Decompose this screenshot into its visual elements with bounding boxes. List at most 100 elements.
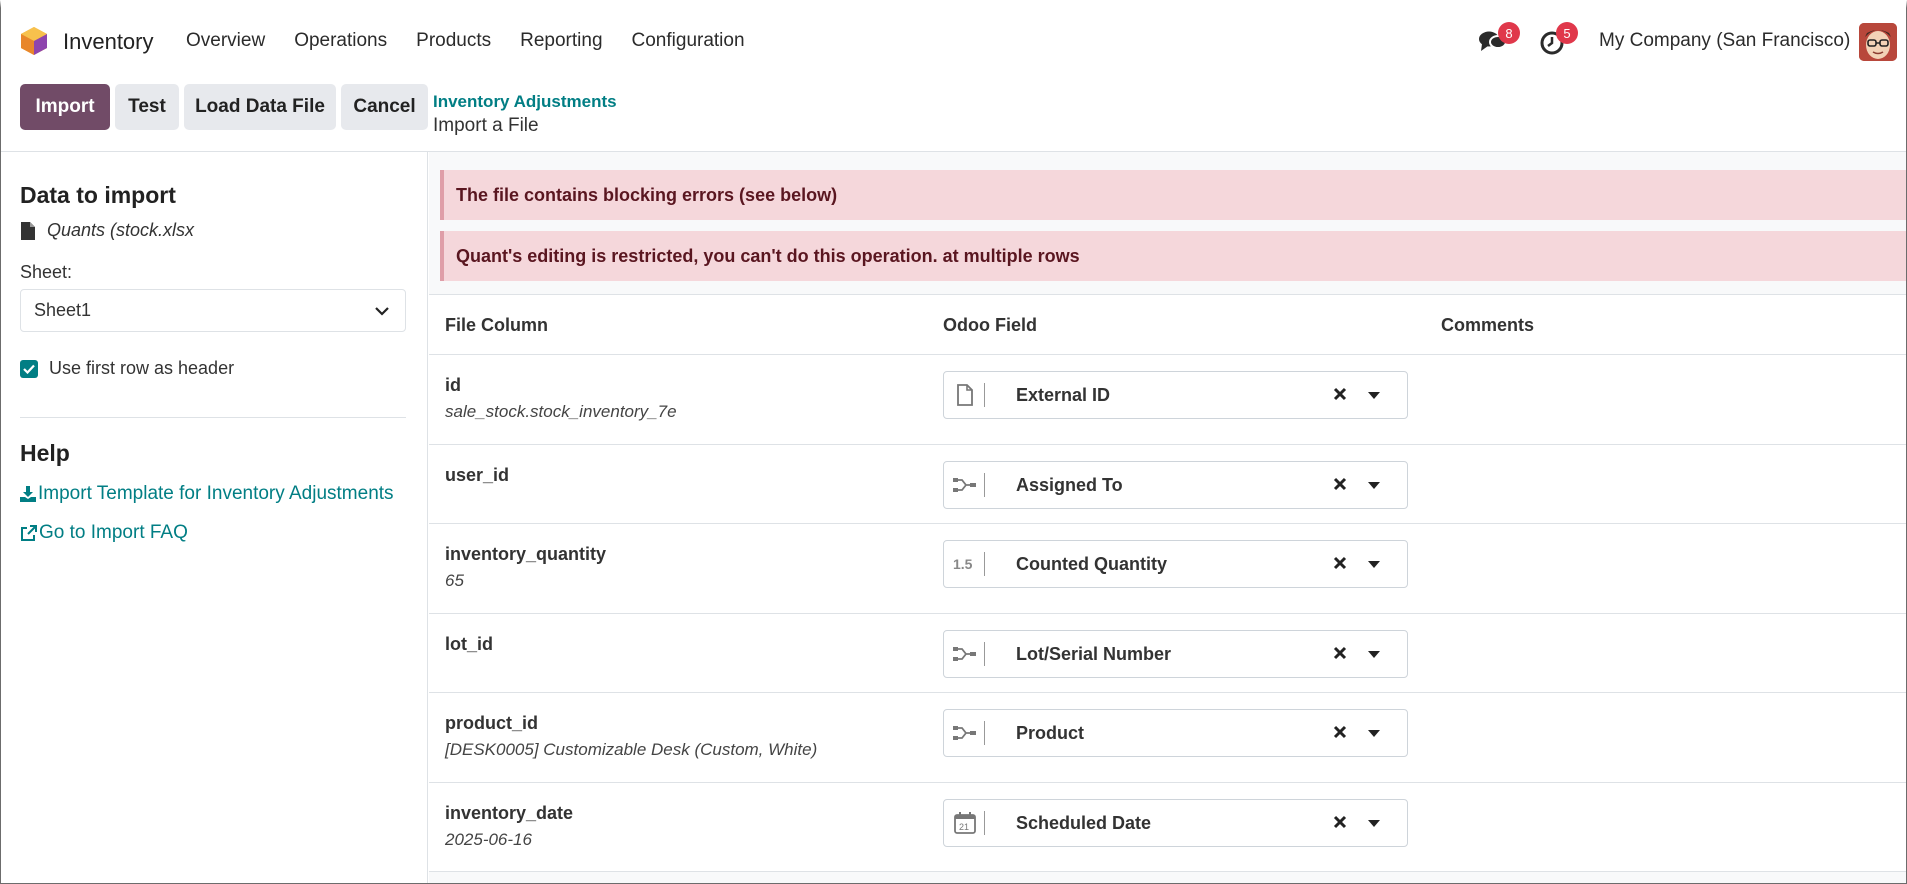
file-column-name: id [445, 375, 461, 395]
user-avatar[interactable] [1859, 23, 1897, 61]
field-icon-separator [984, 383, 985, 407]
odoo-field-select[interactable]: 21 Scheduled Date [943, 799, 1408, 847]
menu-operations[interactable]: Operations [294, 30, 387, 52]
test-button[interactable]: Test [115, 84, 179, 130]
table-row: user_id Assigned To [429, 445, 1906, 524]
restriction-error-alert: Quant's editing is restricted, you can't… [440, 231, 1906, 281]
menu-reporting[interactable]: Reporting [520, 30, 602, 52]
odoo-field-value: Assigned To [1016, 475, 1123, 495]
clear-icon[interactable] [1333, 725, 1347, 739]
activities-count-badge: 5 [1556, 22, 1578, 44]
import-template-label[interactable]: Import Template for Inventory Adjustment… [38, 483, 394, 505]
table-row: product_id [DESK0005] Customizable Desk … [429, 693, 1906, 783]
sheet-select[interactable]: Sheet1 [20, 289, 406, 332]
import-faq-label[interactable]: Go to Import FAQ [39, 522, 188, 544]
data-to-import-title: Data to import [20, 182, 176, 208]
download-icon [20, 486, 36, 502]
caret-down-icon[interactable] [1368, 730, 1380, 738]
table-row: inventory_date 2025-06-16 21 Scheduled D… [429, 783, 1906, 872]
caret-down-icon[interactable] [1368, 820, 1380, 828]
messages-count-badge: 8 [1498, 22, 1520, 44]
odoo-field-value: Counted Quantity [1016, 554, 1167, 574]
imported-file: Quants (stock.xlsx [21, 220, 194, 241]
calendar-icon: 21 [952, 810, 978, 836]
header-file-column: File Column [445, 315, 548, 335]
odoo-field-select[interactable]: Assigned To [943, 461, 1408, 509]
import-template-link[interactable]: Import Template for Inventory Adjustment… [20, 483, 394, 505]
clear-icon[interactable] [1333, 815, 1347, 829]
use-header-label[interactable]: Use first row as header [49, 358, 234, 379]
field-icon-separator [984, 811, 985, 835]
odoo-field-value: External ID [1016, 385, 1111, 405]
use-header-checkbox-row[interactable]: Use first row as header [20, 358, 234, 379]
table-row: lot_id Lot/Serial Number [429, 614, 1906, 693]
relation-icon [952, 641, 978, 667]
table-row: id sale_stock.stock_inventory_7e Externa… [429, 355, 1906, 445]
file-column-sample: 65 [445, 571, 464, 590]
field-icon-separator [984, 721, 985, 745]
clear-icon[interactable] [1333, 477, 1347, 491]
file-column-name: product_id [445, 713, 538, 733]
menu-products[interactable]: Products [416, 30, 491, 52]
import-button[interactable]: Import [20, 84, 110, 130]
field-icon-separator [984, 642, 985, 666]
file-column-name: user_id [445, 465, 510, 485]
clear-icon[interactable] [1333, 556, 1347, 570]
load-data-file-button[interactable]: Load Data File [184, 84, 336, 130]
relation-icon [952, 472, 978, 498]
avatar-face-icon [1859, 23, 1897, 61]
company-switcher[interactable]: My Company (San Francisco) [1599, 30, 1850, 52]
breadcrumb-current-page: Import a File [433, 115, 539, 136]
file-icon [952, 382, 978, 408]
file-column-sample: sale_stock.stock_inventory_7e [445, 402, 677, 421]
header-comments: Comments [1441, 315, 1535, 335]
field-icon-separator [984, 552, 985, 576]
file-column-name: lot_id [445, 634, 493, 654]
table-header: File Column Odoo Field Comments [429, 295, 1906, 355]
svg-text:1.5: 1.5 [953, 556, 973, 572]
sidebar-divider [20, 417, 406, 418]
app-window: Inventory Overview Operations Products R… [0, 0, 1907, 884]
import-sidebar: Data to import Quants (stock.xlsx Sheet:… [1, 152, 428, 883]
menu-overview[interactable]: Overview [186, 30, 265, 52]
caret-down-icon[interactable] [1368, 561, 1380, 569]
odoo-field-value: Lot/Serial Number [1016, 644, 1172, 664]
sheet-select-value: Sheet1 [34, 300, 92, 320]
file-icon [21, 221, 35, 240]
breadcrumb-inventory-adjustments[interactable]: Inventory Adjustments [433, 92, 617, 112]
odoo-field-select[interactable]: Product [943, 709, 1408, 757]
menu-configuration[interactable]: Configuration [632, 30, 745, 52]
main-menu: Overview Operations Products Reporting C… [186, 30, 774, 52]
cancel-button[interactable]: Cancel [341, 84, 428, 130]
caret-down-icon[interactable] [1368, 482, 1380, 490]
odoo-field-select[interactable]: 1.5 Counted Quantity [943, 540, 1408, 588]
blocking-errors-alert: The file contains blocking errors (see b… [440, 170, 1906, 220]
check-icon [23, 364, 35, 374]
import-main-panel: The file contains blocking errors (see b… [429, 152, 1906, 883]
external-link-icon [21, 524, 37, 541]
file-column-name: inventory_quantity [445, 544, 607, 564]
help-title: Help [20, 440, 70, 466]
sheet-label: Sheet: [20, 262, 73, 282]
app-name[interactable]: Inventory [63, 29, 154, 55]
field-mapping-table: File Column Odoo Field Comments id sale_… [429, 294, 1906, 872]
file-column-sample: 2025-06-16 [445, 830, 532, 849]
caret-down-icon[interactable] [1368, 651, 1380, 659]
header-odoo-field: Odoo Field [943, 315, 1037, 335]
file-column-name: inventory_date [445, 803, 574, 823]
inventory-app-logo-icon[interactable] [20, 26, 48, 56]
field-icon-separator [984, 473, 985, 497]
file-column-sample: [DESK0005] Customizable Desk (Custom, Wh… [445, 740, 818, 759]
relation-icon [952, 720, 978, 746]
clear-icon[interactable] [1333, 387, 1347, 401]
odoo-field-select[interactable]: External ID [943, 371, 1408, 419]
clear-icon[interactable] [1333, 646, 1347, 660]
svg-text:21: 21 [959, 822, 969, 832]
caret-down-icon[interactable] [1368, 392, 1380, 400]
odoo-field-select[interactable]: Lot/Serial Number [943, 630, 1408, 678]
table-row: inventory_quantity 65 1.5 Counted Quanti… [429, 524, 1906, 614]
top-navbar: Inventory Overview Operations Products R… [1, 8, 1906, 76]
use-header-checkbox[interactable] [20, 359, 38, 378]
odoo-field-value: Scheduled Date [1016, 813, 1152, 833]
import-faq-link[interactable]: Go to Import FAQ [20, 522, 188, 544]
